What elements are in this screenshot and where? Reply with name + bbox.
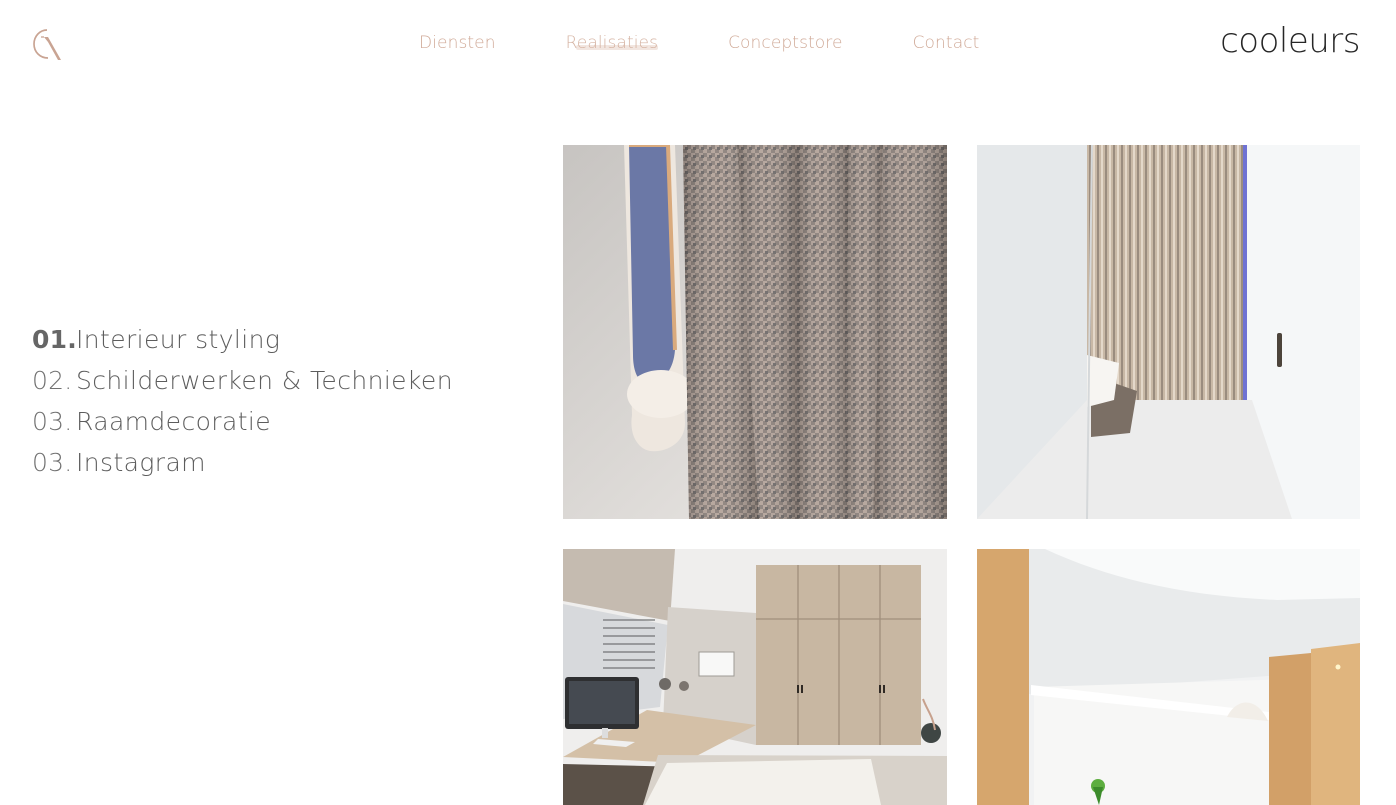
nav-conceptstore-link[interactable]: Conceptstore (728, 33, 843, 53)
brand-logo[interactable]: cooleurs (1220, 24, 1360, 58)
service-label: Raamdecoratie (76, 407, 272, 436)
service-label: Interieur styling (76, 325, 281, 354)
gallery-image-shelving[interactable] (977, 549, 1360, 805)
nav-contact-link[interactable]: Contact (913, 33, 980, 53)
nav-diensten-link[interactable]: Diensten (419, 33, 496, 53)
nav-realisaties-link[interactable]: Realisaties (566, 33, 659, 53)
service-item-schilderwerken[interactable]: 02. Schilderwerken & Technieken (32, 360, 492, 401)
service-number: 03. (32, 407, 73, 436)
service-item-raamdecoratie[interactable]: 03. Raamdecoratie (32, 401, 492, 442)
main-navigation: Diensten Realisaties Conceptstore Contac… (419, 33, 979, 53)
project-gallery (563, 145, 1360, 805)
service-number: 02. (32, 366, 73, 395)
service-item-interieur-styling[interactable]: 01. Interieur styling (32, 319, 492, 360)
gallery-image-bedroom-curtains[interactable] (977, 145, 1360, 519)
site-header: Diensten Realisaties Conceptstore Contac… (0, 0, 1396, 90)
service-label: Schilderwerken & Technieken (76, 366, 453, 395)
gallery-image-home-office[interactable] (563, 549, 947, 805)
service-number: 01. (32, 325, 77, 354)
gallery-image-curtain-detail[interactable] (563, 145, 947, 519)
service-label: Instagram (76, 448, 206, 477)
realisaties-page: Diensten Realisaties Conceptstore Contac… (0, 0, 1396, 805)
brand-monogram-icon[interactable] (31, 27, 65, 63)
service-item-instagram[interactable]: 03. Instagram (32, 442, 492, 483)
service-list: 01. Interieur styling 02. Schilderwerken… (32, 319, 492, 483)
service-number: 03. (32, 448, 73, 477)
